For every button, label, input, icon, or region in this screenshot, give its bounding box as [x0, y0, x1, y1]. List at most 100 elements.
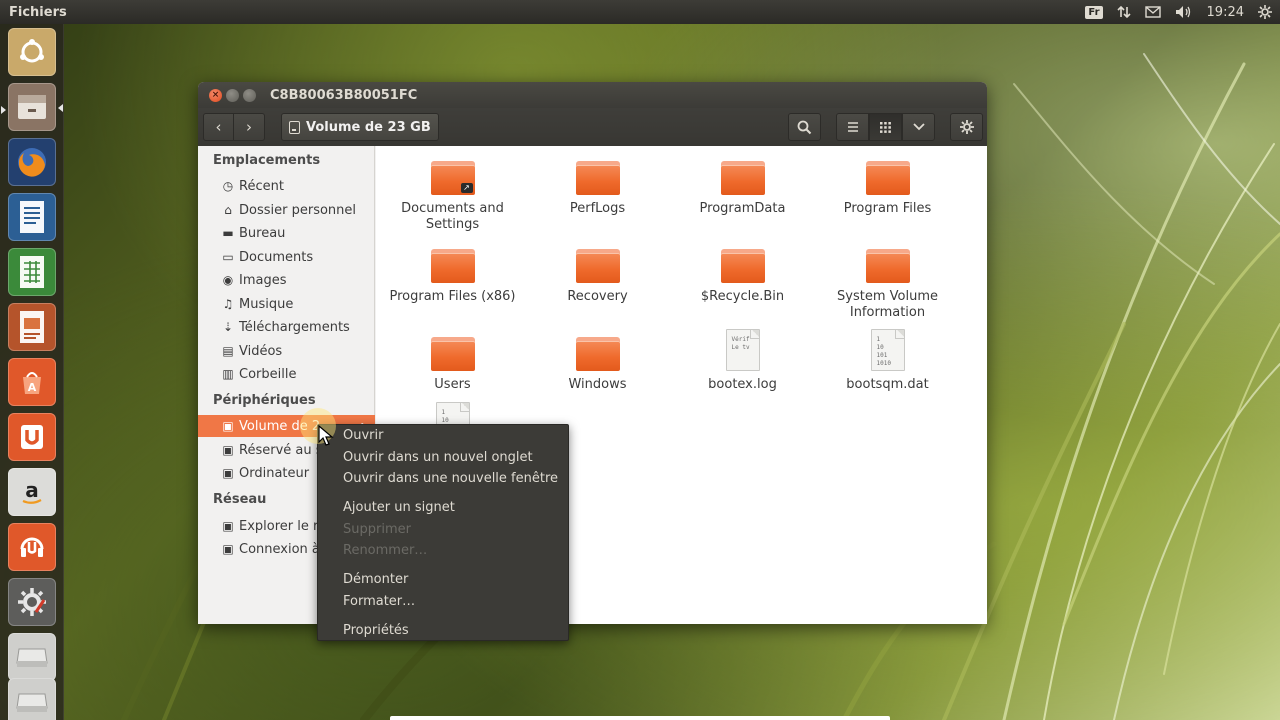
forward-button[interactable]: › — [234, 113, 265, 141]
drive-icon: ▣ — [222, 419, 234, 433]
sidebar-item-label: Corbeille — [239, 366, 297, 382]
software-center-icon[interactable]: A — [8, 358, 56, 406]
search-button[interactable] — [788, 113, 821, 141]
path-bar-button[interactable]: Volume de 23 GB — [281, 113, 439, 141]
folder-link-icon: ↗ — [430, 161, 475, 195]
impress-icon[interactable] — [8, 303, 56, 351]
menu-item-rename: Renommer… — [343, 543, 428, 558]
writer-icon[interactable] — [8, 193, 56, 241]
gear-icon — [959, 120, 974, 134]
mouse-cursor-icon — [318, 425, 334, 446]
keyboard-layout-indicator[interactable]: Fr — [1085, 5, 1103, 19]
trash-icon: ▥ — [222, 367, 234, 381]
session-gear-icon[interactable] — [1258, 5, 1272, 19]
folder-item[interactable]: PerfLogs — [525, 161, 670, 217]
speaker-icon[interactable] — [1175, 5, 1193, 19]
indicator-area: Fr 19:24 — [1085, 5, 1272, 20]
app-title: Fichiers — [9, 4, 67, 20]
network-icon: ▣ — [222, 519, 234, 533]
sidebar-item-label: Ordinateur — [239, 465, 310, 481]
window-titlebar[interactable]: × C8B80063B80051FC — [198, 82, 987, 108]
ubuntu-one-icon[interactable] — [8, 413, 56, 461]
top-panel: Fichiers Fr 19:24 — [0, 0, 1280, 24]
menu-item-add-bookmark[interactable]: Ajouter un signet — [343, 500, 455, 515]
folder-item[interactable]: System Volume Information — [815, 249, 960, 321]
desktop-icon: ▬ — [222, 226, 234, 240]
network-icon[interactable] — [1116, 5, 1131, 19]
ubuntu-one-music-icon[interactable] — [8, 523, 56, 571]
file-item[interactable]: Vérif Le tv bootex.log — [670, 329, 815, 393]
drive-icon — [289, 120, 300, 134]
sidebar-item-trash[interactable]: ▥ Corbeille — [198, 363, 375, 385]
file-label: Recovery — [567, 289, 628, 304]
sidebar-item-recent[interactable]: ◷ Récent — [198, 175, 375, 197]
folder-item[interactable]: Windows — [525, 337, 670, 393]
folder-item[interactable]: ↗ Documents and Settings — [380, 161, 525, 233]
file-label: Windows — [568, 377, 627, 392]
menu-item-open-new-tab[interactable]: Ouvrir dans un nouvel onglet — [343, 450, 533, 465]
toolbar: ‹ › Volume de 23 GB — [198, 108, 987, 146]
maximize-button[interactable] — [243, 88, 256, 102]
file-label: Users — [434, 377, 471, 392]
grid-icon — [880, 121, 891, 133]
drive-icon[interactable] — [8, 633, 56, 681]
calc-icon[interactable] — [8, 248, 56, 296]
search-icon — [797, 120, 812, 134]
envelope-icon[interactable] — [1144, 6, 1161, 18]
home-icon: ⌂ — [224, 203, 232, 217]
sidebar-item-home[interactable]: ⌂ Dossier personnel — [198, 199, 375, 221]
folder-item[interactable]: Recovery — [525, 249, 670, 305]
ubuntu-dash-icon[interactable] — [8, 28, 56, 76]
sidebar-item-label: Explorer le ré — [239, 518, 327, 534]
folder-icon — [575, 249, 620, 283]
menu-item-open-new-window[interactable]: Ouvrir dans une nouvelle fenêtre — [343, 471, 558, 486]
firefox-icon[interactable] — [8, 138, 56, 186]
sidebar-item-label: Images — [239, 272, 287, 288]
sidebar-item-downloads[interactable]: ⇣ Téléchargements — [198, 316, 375, 338]
launcher: A a — [0, 24, 64, 720]
window-title: C8B80063B80051FC — [270, 87, 418, 103]
clock[interactable]: 19:24 — [1207, 5, 1244, 20]
folder-icon — [720, 249, 765, 283]
view-options-button[interactable] — [902, 113, 935, 141]
minimize-button[interactable] — [226, 88, 239, 102]
folder-item[interactable]: $Recycle.Bin — [670, 249, 815, 305]
film-icon: ▤ — [222, 344, 234, 358]
camera-icon: ◉ — [222, 273, 234, 287]
folder-item[interactable]: Users — [380, 337, 525, 393]
folder-item[interactable]: ProgramData — [670, 161, 815, 217]
menu-item-unmount[interactable]: Démonter — [343, 572, 408, 587]
sidebar-item-documents[interactable]: ▭ Documents — [198, 246, 375, 268]
files-icon[interactable] — [8, 83, 56, 131]
sidebar-item-label: Vidéos — [239, 343, 283, 359]
drive-2-icon[interactable] — [8, 678, 56, 720]
file-label: bootsqm.dat — [846, 377, 929, 392]
file-item[interactable]: 1 10 101 1010 bootsqm.dat — [815, 329, 960, 393]
launcher-running-indicator — [1, 106, 6, 114]
sidebar-heading-devices: Périphériques — [213, 393, 316, 408]
menu-item-format[interactable]: Formater… — [343, 594, 415, 609]
system-settings-icon[interactable] — [8, 578, 56, 626]
folder-item[interactable]: Program Files (x86) — [380, 249, 525, 305]
sidebar-item-label: Connexion à — [239, 541, 320, 557]
menu-item-properties[interactable]: Propriétés — [343, 623, 409, 638]
sidebar-item-desktop[interactable]: ▬ Bureau — [198, 222, 375, 244]
server-icon: ▣ — [222, 542, 234, 556]
sidebar-item-label: Dossier personnel — [239, 202, 357, 218]
sidebar-item-pictures[interactable]: ◉ Images — [198, 269, 375, 291]
list-icon — [847, 122, 858, 132]
sidebar-item-label: Téléchargements — [239, 319, 350, 335]
settings-button[interactable] — [950, 113, 983, 141]
sidebar-item-videos[interactable]: ▤ Vidéos — [198, 340, 375, 362]
sidebar-item-label: Musique — [239, 296, 294, 312]
menu-item-open[interactable]: Ouvrir — [343, 428, 383, 443]
grid-view-button[interactable] — [869, 113, 902, 141]
close-button[interactable]: × — [209, 88, 222, 102]
sidebar-item-music[interactable]: ♫ Musique — [198, 293, 375, 315]
amazon-icon[interactable]: a — [8, 468, 56, 516]
back-button[interactable]: ‹ — [203, 113, 234, 141]
folder-item[interactable]: Program Files — [815, 161, 960, 217]
svg-text:A: A — [28, 381, 37, 394]
list-view-button[interactable] — [836, 113, 869, 141]
folder-icon — [865, 249, 910, 283]
